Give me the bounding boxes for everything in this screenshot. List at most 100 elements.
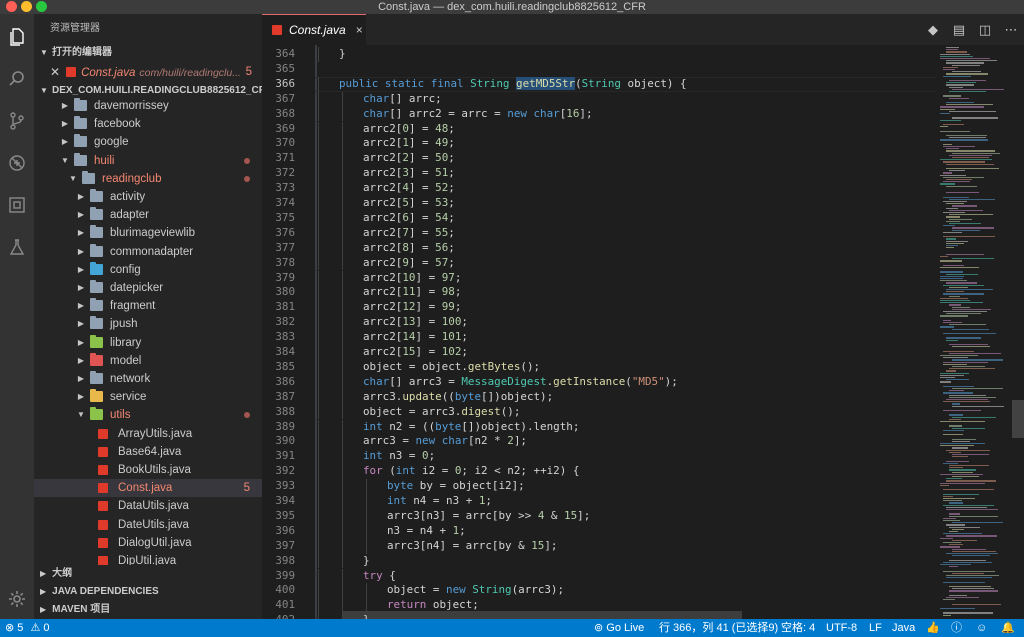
code-line[interactable]: 385 object = object.getBytes(); — [262, 359, 936, 375]
tree-item-base64-java[interactable]: Base64.java — [34, 443, 262, 461]
code-line[interactable]: 368 char[] arrc2 = arrc = new char[16]; — [262, 106, 936, 122]
code-editor[interactable]: 364} 365 366 public static final String get… — [262, 45, 936, 619]
code-line[interactable]: 373 arrc2[4] = 52; — [262, 181, 936, 196]
info-icon[interactable]: ⓘ — [951, 619, 962, 637]
tree-item-library[interactable]: ▶ library — [34, 334, 262, 352]
code-line[interactable]: 381 arrc2[12] = 99; — [262, 300, 936, 316]
chevron-right-icon[interactable]: ▶ — [60, 115, 70, 133]
code-line[interactable]: 390 arrc3 = new char[n2 * 2]; — [262, 434, 936, 450]
code-line[interactable]: 387 arrc3.update((byte[])object); — [262, 389, 936, 405]
more-actions-icon[interactable]: ⋯ — [998, 20, 1024, 40]
go-live-button[interactable]: ⊚ Go Live — [594, 619, 644, 637]
code-line[interactable]: 376 arrc2[7] = 55; — [262, 225, 936, 241]
flask-icon[interactable] — [0, 230, 34, 264]
problems-indicator[interactable]: ⊗ 5 ⚠ 0 — [5, 619, 50, 637]
tab-const-java[interactable]: Const.java × — [262, 14, 366, 45]
code-line[interactable]: 391 int n3 = 0; — [262, 449, 936, 465]
chevron-right-icon[interactable]: ▶ — [60, 133, 70, 151]
tree-item-activity[interactable]: ▶ activity — [34, 188, 262, 206]
chevron-right-icon[interactable]: ▶ — [76, 279, 86, 297]
maven-section[interactable]: ▶ MAVEN 项目 — [34, 601, 262, 619]
code-line[interactable]: 366 public static final String getMD5Str(… — [262, 76, 936, 92]
bell-icon[interactable]: 🔔 — [1001, 619, 1015, 637]
chevron-right-icon[interactable]: ▶ — [76, 334, 86, 352]
tree-item-facebook[interactable]: ▶ facebook — [34, 115, 262, 133]
code-line[interactable]: 380 arrc2[11] = 98; — [262, 285, 936, 301]
vertical-scrollbar[interactable] — [1012, 400, 1024, 438]
tree-item-network[interactable]: ▶ network — [34, 370, 262, 388]
code-line[interactable]: 371 arrc2[2] = 50; — [262, 151, 936, 167]
chevron-right-icon[interactable]: ▶ — [76, 315, 86, 333]
tree-item-dialogutil-java[interactable]: DialogUtil.java — [34, 534, 262, 552]
code-line[interactable]: 378 arrc2[9] = 57; — [262, 255, 936, 271]
split-editor-icon[interactable]: ◫ — [972, 20, 998, 40]
code-line[interactable]: 369 arrc2[0] = 48; — [262, 121, 936, 137]
minimap[interactable] — [936, 45, 1024, 619]
code-line[interactable]: 367 char[] arrc; — [262, 91, 936, 107]
tree-item-datautils-java[interactable]: DataUtils.java — [34, 497, 262, 515]
tree-item-arrayutils-java[interactable]: ArrayUtils.java — [34, 425, 262, 443]
code-line[interactable]: 377 arrc2[8] = 56; — [262, 240, 936, 256]
tree-item-blurimageviewlib[interactable]: ▶ blurimageviewlib — [34, 224, 262, 242]
code-line[interactable]: 374 arrc2[5] = 53; — [262, 196, 936, 211]
tree-item-datepicker[interactable]: ▶ datepicker — [34, 279, 262, 297]
chevron-right-icon[interactable]: ▶ — [76, 352, 86, 370]
explorer-icon[interactable] — [0, 20, 34, 54]
code-line[interactable]: 393 byte by = object[i2]; — [262, 479, 936, 494]
tree-item-utils[interactable]: ▼ utils — [34, 406, 262, 424]
chevron-right-icon[interactable]: ▶ — [76, 206, 86, 224]
open-editors-section[interactable]: ▼ 打开的编辑器 — [34, 44, 262, 62]
code-line[interactable]: 379 arrc2[10] = 97; — [262, 270, 936, 286]
chevron-right-icon[interactable]: ▶ — [76, 188, 86, 206]
code-line[interactable]: 398} — [262, 553, 936, 569]
tree-item-adapter[interactable]: ▶ adapter — [34, 206, 262, 224]
chevron-right-icon[interactable]: ▶ — [60, 97, 70, 115]
code-line[interactable]: 394 int n4 = n3 + 1; — [262, 494, 936, 509]
open-changes-icon[interactable]: ◆ — [920, 20, 946, 40]
chevron-right-icon[interactable]: ▶ — [76, 370, 86, 388]
chevron-down-icon[interactable]: ▼ — [76, 406, 86, 424]
source-control-icon[interactable] — [0, 104, 34, 138]
tree-item-model[interactable]: ▶ model — [34, 352, 262, 370]
code-line[interactable]: 382 arrc2[13] = 100; — [262, 315, 936, 331]
code-line[interactable]: 370 arrc2[1] = 49; — [262, 136, 936, 152]
chevron-right-icon[interactable]: ▶ — [76, 224, 86, 242]
tree-item-fragment[interactable]: ▶ fragment — [34, 297, 262, 315]
code-line[interactable]: 383 arrc2[14] = 101; — [262, 330, 936, 345]
code-line[interactable]: 388 object = arrc3.digest(); — [262, 404, 936, 420]
search-icon[interactable] — [0, 62, 34, 96]
tree-item-google[interactable]: ▶ google — [34, 133, 262, 151]
code-line[interactable]: 364} — [262, 47, 936, 62]
feedback-icon[interactable]: ☺ — [976, 619, 987, 637]
line-ending[interactable]: LF — [869, 619, 882, 637]
java-dependencies-section[interactable]: ▶ JAVA DEPENDENCIES — [34, 583, 262, 601]
tree-item-bookutils-java[interactable]: BookUtils.java — [34, 461, 262, 479]
chevron-down-icon[interactable]: ▼ — [68, 170, 78, 188]
tree-item-jpush[interactable]: ▶ jpush — [34, 315, 262, 333]
code-line[interactable]: 395 arrc3[n3] = arrc[by >> 4 & 15]; — [262, 508, 936, 524]
code-line[interactable]: 392 for (int i2 = 0; i2 < n2; ++i2) { — [262, 464, 936, 480]
tree-item-huili[interactable]: ▼ huili — [34, 152, 262, 170]
code-line[interactable]: 399 try { — [262, 568, 936, 584]
encoding[interactable]: UTF-8 — [826, 619, 857, 637]
close-icon[interactable]: × — [356, 23, 363, 37]
language-mode[interactable]: Java — [892, 619, 915, 637]
thumbs-up-icon[interactable]: 👍 — [926, 619, 940, 637]
tree-item-const-java[interactable]: Const.java 5 — [34, 479, 262, 498]
code-line[interactable]: 384 arrc2[15] = 102; — [262, 345, 936, 360]
chevron-down-icon[interactable]: ▼ — [60, 152, 70, 170]
tree-item-dateutils-java[interactable]: DateUtils.java — [34, 516, 262, 534]
debug-icon[interactable] — [0, 146, 34, 180]
chevron-right-icon[interactable]: ▶ — [76, 243, 86, 261]
extensions-icon[interactable] — [0, 188, 34, 222]
indentation[interactable]: 空格: 4 — [781, 619, 815, 637]
open-editor-item[interactable]: ✕ Const.java com/huili/readingclu... 5 — [34, 62, 262, 82]
code-line[interactable]: 396 n3 = n4 + 1; — [262, 523, 936, 539]
code-line[interactable]: 375 arrc2[6] = 54; — [262, 210, 936, 226]
code-line[interactable]: 365 — [262, 62, 936, 77]
code-line[interactable]: 372 arrc2[3] = 51; — [262, 166, 936, 182]
cursor-position[interactable]: 行 366，列 41 (已选择9) — [659, 619, 778, 637]
close-icon[interactable]: ✕ — [50, 65, 60, 79]
code-line[interactable]: 386 char[] arrc3 = MessageDigest.getInsta… — [262, 374, 936, 390]
chevron-right-icon[interactable]: ▶ — [76, 297, 86, 315]
